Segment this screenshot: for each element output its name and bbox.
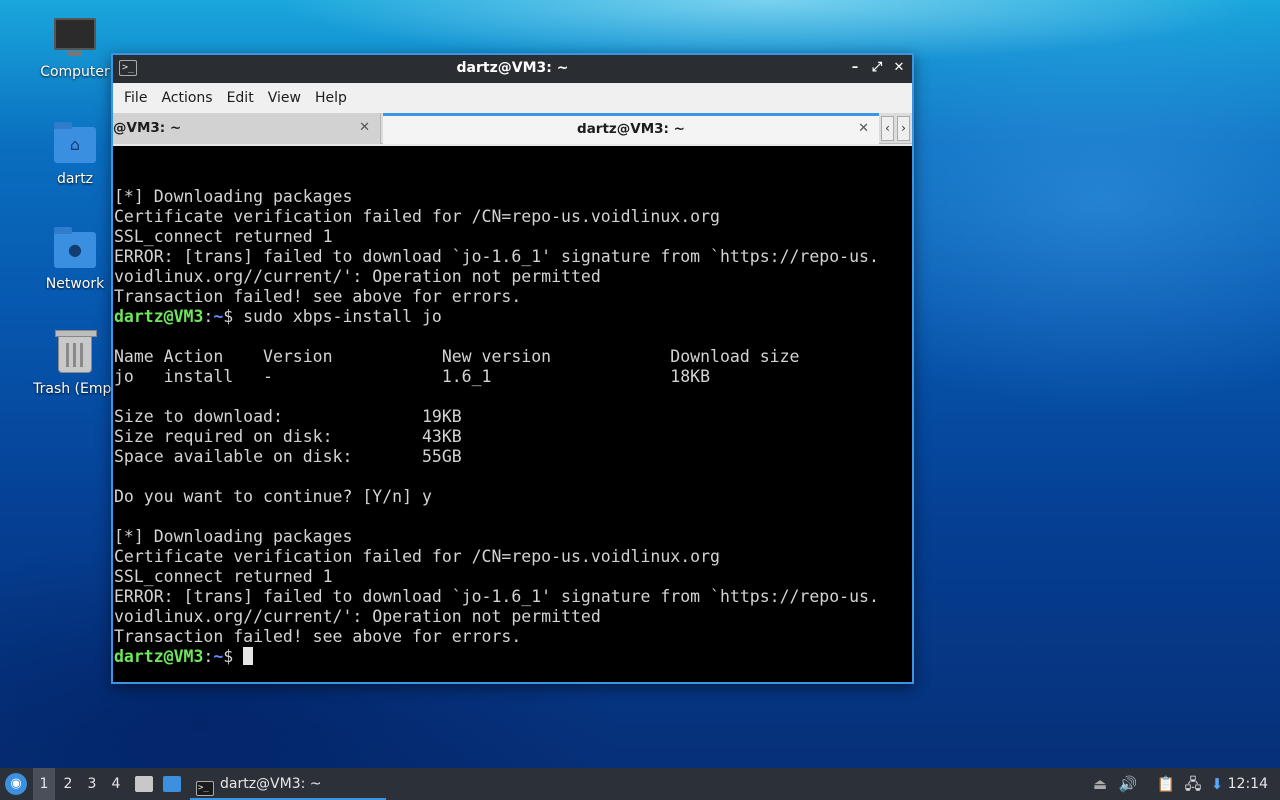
terminal-output[interactable]: [*] Downloading packages Certificate ver… bbox=[113, 146, 912, 682]
clock[interactable]: 12:14 bbox=[1228, 768, 1268, 800]
prompt-command: sudo xbps-install jo bbox=[243, 307, 442, 326]
desktop-icon-computer[interactable]: Computer bbox=[25, 18, 125, 80]
terminal-line: Space available on disk: 55GB bbox=[114, 447, 462, 466]
terminal-line: voidlinux.org//current/': Operation not … bbox=[114, 607, 601, 626]
terminal-line: SSL_connect returned 1 bbox=[114, 227, 333, 246]
menu-bar: File Actions Edit View Help bbox=[113, 83, 912, 113]
terminal-line: Certificate verification failed for /CN=… bbox=[114, 547, 720, 566]
terminal-line: Transaction failed! see above for errors… bbox=[114, 627, 522, 646]
desktop-icon-label: Network bbox=[45, 276, 105, 292]
tab-close-icon[interactable]: ✕ bbox=[858, 116, 869, 142]
tab-2[interactable]: dartz@VM3: ~ ✕ bbox=[383, 113, 879, 144]
computer-icon bbox=[54, 18, 96, 56]
menu-actions[interactable]: Actions bbox=[154, 90, 219, 106]
show-desktop-icon[interactable] bbox=[163, 776, 181, 792]
tab-label: @VM3: ~ bbox=[113, 120, 182, 136]
network-icon[interactable]: 🖧 bbox=[1183, 768, 1203, 800]
close-button[interactable]: ✕ bbox=[890, 58, 908, 78]
tab-1[interactable]: @VM3: ~ ✕ bbox=[113, 113, 381, 144]
terminal-prompt-line: dartz@VM3:~$ bbox=[114, 647, 912, 667]
taskbar-task-label: dartz@VM3: ~ bbox=[220, 776, 322, 792]
workspace-1[interactable]: 1 bbox=[33, 768, 55, 800]
terminal-line: Name Action Version New version Download… bbox=[114, 347, 800, 366]
terminal-line: ERROR: [trans] failed to download `jo-1.… bbox=[114, 247, 879, 266]
terminal-window: >_ dartz@VM3: ~ – ⤢ ✕ File Actions Edit … bbox=[111, 53, 914, 684]
desktop-icon-label: Trash (Empt bbox=[33, 381, 117, 397]
window-titlebar[interactable]: >_ dartz@VM3: ~ – ⤢ ✕ bbox=[113, 55, 912, 83]
terminal-line: Size to download: 19KB bbox=[114, 407, 462, 426]
start-menu-icon[interactable]: ◉ bbox=[5, 773, 27, 795]
desktop-icon-label: Computer bbox=[40, 64, 110, 80]
terminal-line: voidlinux.org//current/': Operation not … bbox=[114, 267, 601, 286]
taskbar-terminal-button[interactable]: >_ dartz@VM3: ~ bbox=[190, 768, 386, 800]
terminal-line: SSL_connect returned 1 bbox=[114, 567, 333, 586]
terminal-line: Do you want to continue? [Y/n] y bbox=[114, 487, 432, 506]
eject-icon[interactable]: ⏏ bbox=[1090, 768, 1110, 800]
workspace-2[interactable]: 2 bbox=[57, 768, 79, 800]
prompt-user: dartz@VM3 bbox=[114, 647, 204, 666]
terminal-prompt-line: dartz@VM3:~$ sudo xbps-install jo bbox=[114, 307, 442, 326]
prompt-path: ~ bbox=[213, 307, 224, 326]
prompt-user: dartz@VM3 bbox=[114, 307, 204, 326]
menu-view[interactable]: View bbox=[261, 90, 308, 106]
trash-icon bbox=[55, 330, 97, 373]
tab-scroll-right-icon[interactable]: › bbox=[897, 116, 910, 141]
minimize-button[interactable]: – bbox=[846, 58, 864, 78]
tab-bar: @VM3: ~ ✕ dartz@VM3: ~ ✕ ‹ › bbox=[113, 113, 912, 144]
maximize-button[interactable]: ⤢ bbox=[868, 58, 886, 78]
menu-file[interactable]: File bbox=[117, 90, 154, 106]
desktop-icon-home[interactable]: ⌂ dartz bbox=[25, 122, 125, 187]
desktop-icon-label: dartz bbox=[56, 171, 94, 187]
desktop-icon-trash[interactable]: Trash (Empt bbox=[25, 330, 125, 397]
file-manager-icon[interactable] bbox=[135, 776, 153, 792]
window-title: dartz@VM3: ~ bbox=[456, 60, 569, 76]
menu-help[interactable]: Help bbox=[308, 90, 354, 106]
terminal-line: Certificate verification failed for /CN=… bbox=[114, 207, 720, 226]
prompt-path: ~ bbox=[213, 647, 224, 666]
clipboard-icon[interactable]: 📋 bbox=[1156, 768, 1176, 800]
terminal-line: [*] Downloading packages bbox=[114, 187, 353, 206]
tab-close-icon[interactable]: ✕ bbox=[359, 113, 370, 143]
tab-scroll-left-icon[interactable]: ‹ bbox=[881, 116, 894, 141]
taskbar: ◉ 1 2 3 4 >_ dartz@VM3: ~ ⏏ 🔊 📋 🖧 ⬇ 12:14 bbox=[0, 768, 1280, 800]
volume-icon[interactable]: 🔊 bbox=[1118, 768, 1138, 800]
network-folder-icon: ● bbox=[54, 227, 96, 268]
desktop-icon-network[interactable]: ● Network bbox=[25, 227, 125, 292]
home-folder-icon: ⌂ bbox=[54, 122, 96, 163]
tab-label: dartz@VM3: ~ bbox=[577, 121, 685, 137]
menu-edit[interactable]: Edit bbox=[220, 90, 261, 106]
update-notifier-icon[interactable]: ⬇ bbox=[1207, 768, 1227, 800]
workspace-4[interactable]: 4 bbox=[105, 768, 127, 800]
terminal-line: ERROR: [trans] failed to download `jo-1.… bbox=[114, 587, 879, 606]
terminal-line: [*] Downloading packages bbox=[114, 527, 353, 546]
terminal-line: Transaction failed! see above for errors… bbox=[114, 287, 522, 306]
terminal-line: jo install - 1.6_1 18KB bbox=[114, 367, 711, 386]
terminal-app-icon: >_ bbox=[196, 781, 214, 796]
terminal-line: Size required on disk: 43KB bbox=[114, 427, 462, 446]
terminal-cursor bbox=[243, 647, 254, 665]
workspace-3[interactable]: 3 bbox=[81, 768, 103, 800]
